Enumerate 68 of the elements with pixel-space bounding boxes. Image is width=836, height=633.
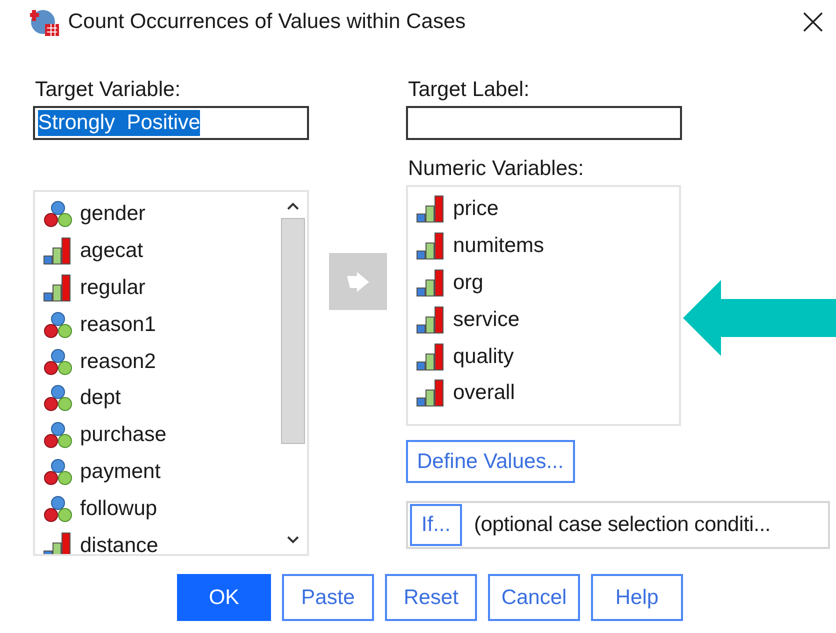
bar-chart-icon bbox=[416, 379, 446, 408]
chevron-down-icon bbox=[286, 535, 300, 545]
bar-chart-icon bbox=[416, 195, 446, 224]
bar-chart-icon bbox=[43, 237, 73, 266]
bar-chart-icon bbox=[416, 232, 446, 260]
close-icon bbox=[802, 11, 824, 33]
variable-name: gender bbox=[80, 202, 146, 226]
variable-name: overall bbox=[453, 381, 515, 406]
list-label: Numeric Variables: bbox=[407, 157, 585, 181]
nominal-variable-icon bbox=[43, 494, 73, 523]
variable-name: followup bbox=[80, 496, 158, 521]
arrow-right-icon bbox=[346, 272, 370, 292]
variable-name: org bbox=[453, 270, 484, 295]
app-icon bbox=[30, 7, 60, 37]
variable-list-item[interactable]: gender bbox=[43, 196, 279, 233]
variable-name: payment bbox=[80, 460, 161, 484]
nominal-variable-icon bbox=[43, 348, 73, 376]
variable-name: service bbox=[453, 308, 520, 332]
variable-name: regular bbox=[80, 276, 146, 300]
variable-name: reason1 bbox=[80, 312, 156, 337]
variable-list-item[interactable]: followup bbox=[43, 490, 279, 528]
input-field[interactable]: Strongly Positive bbox=[33, 106, 309, 140]
variable-name: agecat bbox=[80, 239, 144, 264]
variable-name: distance bbox=[80, 534, 158, 554]
define-values-button[interactable]: Define Values... bbox=[406, 440, 575, 483]
variable-list-item[interactable]: reason1 bbox=[43, 306, 279, 344]
scrollbar-thumb[interactable] bbox=[281, 218, 305, 444]
variable-list-item[interactable]: price bbox=[416, 191, 679, 228]
variable-list-item[interactable]: regular bbox=[43, 270, 279, 306]
dialog-button[interactable]: OK bbox=[177, 574, 271, 621]
chevron-up-icon bbox=[286, 201, 300, 211]
variable-list-item[interactable]: agecat bbox=[43, 232, 279, 270]
dialog-button[interactable]: Reset bbox=[385, 574, 477, 621]
nominal-variable-icon bbox=[43, 384, 73, 412]
input-field[interactable] bbox=[406, 106, 682, 140]
nominal-variable-icon bbox=[43, 200, 73, 228]
nominal-variable-icon bbox=[43, 310, 73, 339]
variable-name: purchase bbox=[80, 423, 166, 448]
variable-name: quality bbox=[453, 344, 514, 369]
bar-chart-icon bbox=[416, 342, 446, 371]
variable-name: price bbox=[453, 197, 499, 222]
bar-chart-icon bbox=[416, 306, 446, 334]
dialog-button[interactable]: Help bbox=[591, 574, 683, 621]
dialog-button[interactable]: Cancel bbox=[488, 574, 580, 621]
variable-list-item[interactable]: distance bbox=[43, 527, 279, 554]
bar-chart-icon bbox=[43, 532, 73, 554]
variable-list-item[interactable]: dept bbox=[43, 380, 279, 417]
variable-list-item[interactable]: service bbox=[416, 301, 679, 338]
variable-name: numitems bbox=[453, 234, 544, 258]
variable-list-item[interactable]: quality bbox=[416, 338, 679, 375]
variable-list-item[interactable]: payment bbox=[43, 454, 279, 490]
nominal-variable-icon bbox=[43, 421, 73, 450]
variable-list-item[interactable]: overall bbox=[416, 374, 679, 412]
if-button[interactable]: If... bbox=[410, 504, 462, 546]
field-label: Target Variable: bbox=[34, 78, 182, 102]
variable-list-item[interactable]: purchase bbox=[43, 416, 279, 454]
variable-name: reason2 bbox=[80, 350, 156, 374]
bar-chart-icon bbox=[416, 268, 446, 297]
field-label: Target Label: bbox=[407, 78, 530, 102]
condition-text: (optional case selection conditi... bbox=[474, 513, 771, 537]
window-title: Count Occurrences of Values within Cases bbox=[68, 10, 467, 34]
variable-list-item[interactable]: numitems bbox=[416, 228, 679, 265]
nominal-variable-icon bbox=[43, 458, 73, 486]
variable-list-item[interactable]: org bbox=[416, 264, 679, 302]
variable-list-item[interactable]: reason2 bbox=[43, 343, 279, 380]
variable-name: dept bbox=[80, 386, 121, 410]
dialog-button[interactable]: Paste bbox=[282, 574, 374, 621]
bar-chart-icon bbox=[43, 274, 73, 302]
